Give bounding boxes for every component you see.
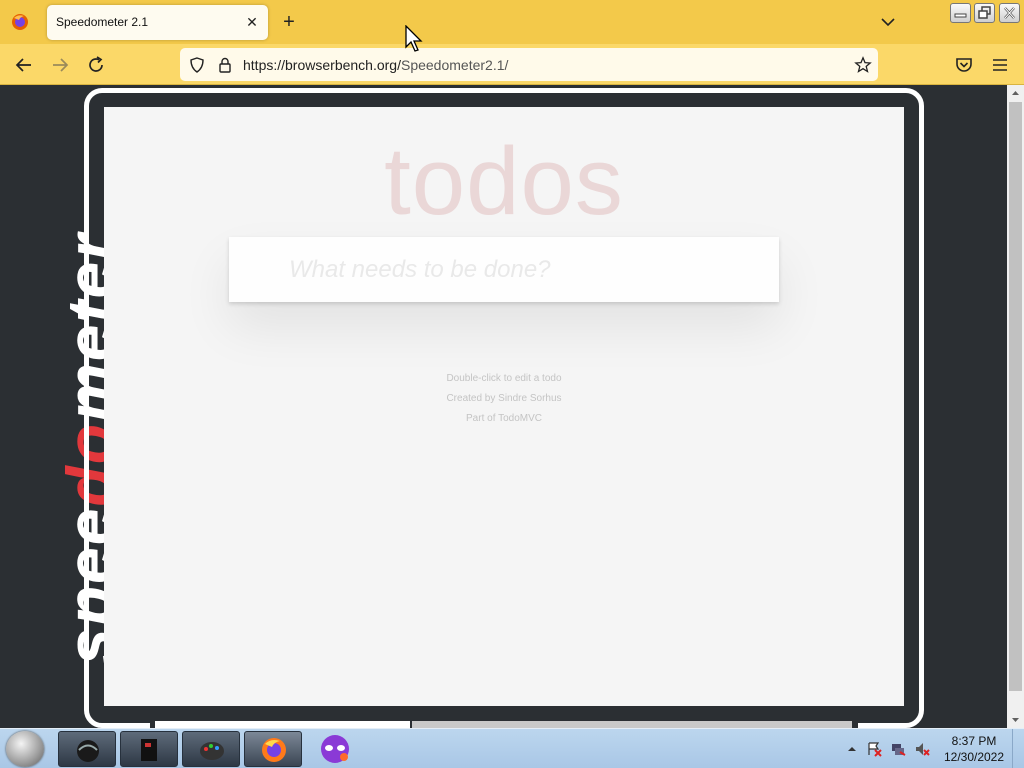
info-created-prefix: Created by bbox=[446, 393, 499, 404]
start-button[interactable] bbox=[6, 731, 44, 767]
privacy-mask-icon[interactable] bbox=[318, 733, 352, 765]
firefox-icon bbox=[262, 738, 286, 762]
url-text[interactable]: https://browserbench.org/Speedometer2.1/ bbox=[243, 57, 508, 73]
url-host: https://browserbench.org/ bbox=[243, 57, 401, 73]
restore-button[interactable] bbox=[974, 3, 995, 23]
horizontal-scrollbar-track bbox=[412, 721, 852, 728]
action-center-icon[interactable] bbox=[866, 741, 882, 757]
new-tab-button[interactable]: + bbox=[278, 11, 300, 33]
show-desktop-button[interactable] bbox=[1012, 729, 1024, 768]
minimize-button[interactable] bbox=[950, 3, 971, 23]
tab-speedometer[interactable]: Speedometer 2.1 ✕ bbox=[47, 5, 268, 40]
todo-app: todos Double-click to edit a todo Create… bbox=[104, 107, 904, 706]
taskbar: 8:37 PM 12/30/2022 bbox=[0, 728, 1024, 768]
shield-icon[interactable] bbox=[188, 56, 206, 74]
clock-time: 8:37 PM bbox=[951, 734, 997, 748]
system-tray bbox=[842, 735, 942, 763]
helmet-icon bbox=[77, 740, 99, 762]
clock[interactable]: 8:37 PM 12/30/2022 bbox=[942, 733, 1006, 765]
back-icon[interactable] bbox=[13, 54, 35, 76]
volume-icon[interactable] bbox=[914, 741, 930, 757]
terminal-icon bbox=[141, 739, 157, 761]
show-hidden-icons[interactable] bbox=[844, 741, 860, 757]
menu-icon[interactable] bbox=[989, 54, 1011, 76]
mouse-cursor-icon bbox=[405, 25, 423, 52]
tab-title: Speedometer 2.1 bbox=[56, 15, 149, 29]
info-part-of: Part of TodoMVC bbox=[104, 409, 904, 429]
close-window-button[interactable] bbox=[999, 3, 1020, 23]
vertical-scrollbar-thumb[interactable] bbox=[1009, 102, 1022, 691]
new-todo-input[interactable] bbox=[229, 237, 779, 302]
tab-bar: Speedometer 2.1 ✕ + bbox=[0, 0, 1024, 44]
reload-icon[interactable] bbox=[85, 54, 107, 76]
minimize-icon bbox=[954, 13, 967, 18]
info-created-by: Created by Sindre Sorhus bbox=[104, 389, 904, 409]
horizontal-scrollbar-thumb[interactable] bbox=[155, 721, 410, 728]
info-footer: Double-click to edit a todo Created by S… bbox=[104, 369, 904, 429]
info-part-prefix: Part of bbox=[466, 413, 499, 424]
url-path: Speedometer2.1/ bbox=[400, 57, 509, 73]
sindre-sorhus-link[interactable]: Sindre Sorhus bbox=[498, 393, 561, 404]
taskbar-app-3[interactable] bbox=[182, 731, 240, 767]
page-content: speedometer todos Double-click to edit a… bbox=[0, 85, 1007, 728]
scroll-down-icon[interactable] bbox=[1007, 711, 1024, 728]
taskbar-firefox[interactable] bbox=[244, 731, 302, 767]
navigation-toolbar: https://browserbench.org/Speedometer2.1/ bbox=[0, 44, 1024, 85]
todos-title: todos bbox=[384, 128, 624, 235]
todomvc-link[interactable]: TodoMVC bbox=[498, 413, 542, 424]
taskbar-app-1[interactable] bbox=[58, 731, 116, 767]
paint-icon bbox=[200, 742, 224, 760]
restore-icon bbox=[978, 6, 991, 19]
chevron-down-icon[interactable] bbox=[878, 12, 898, 32]
info-edit-hint: Double-click to edit a todo bbox=[446, 373, 562, 384]
scroll-up-icon[interactable] bbox=[1007, 85, 1024, 102]
network-icon[interactable] bbox=[890, 741, 906, 757]
pocket-icon[interactable] bbox=[953, 54, 975, 76]
url-bar[interactable]: https://browserbench.org/Speedometer2.1/ bbox=[180, 48, 878, 81]
star-icon[interactable] bbox=[854, 56, 872, 74]
lock-icon[interactable] bbox=[216, 56, 234, 74]
close-tab-icon[interactable]: ✕ bbox=[244, 14, 260, 30]
clock-date: 12/30/2022 bbox=[943, 750, 1005, 764]
vertical-scrollbar[interactable] bbox=[1007, 85, 1024, 728]
forward-icon[interactable] bbox=[49, 54, 71, 76]
firefox-icon[interactable] bbox=[10, 12, 30, 32]
close-icon bbox=[1004, 7, 1015, 19]
taskbar-app-2[interactable] bbox=[120, 731, 178, 767]
